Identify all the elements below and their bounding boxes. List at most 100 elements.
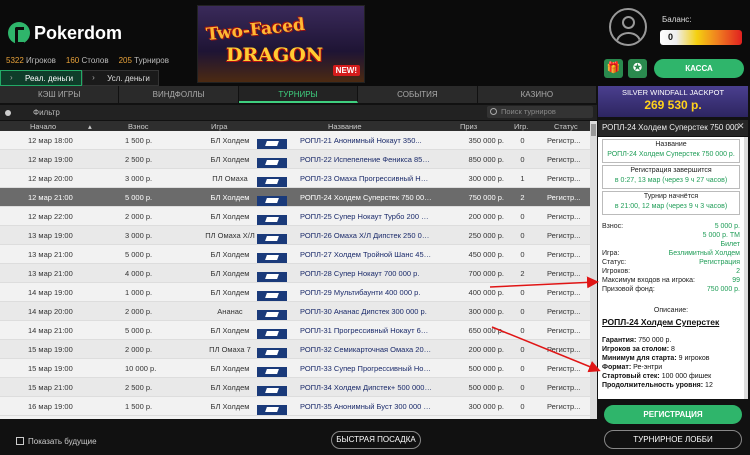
cell-name: РОПЛ-35 Анонимный Буст 300 000 р...	[300, 402, 432, 411]
tab-events[interactable]: СОБЫТИЯ	[358, 86, 478, 103]
col-name[interactable]: Название	[328, 122, 362, 131]
table-row[interactable]: 13 мар 21:00 5 000 р. БЛ Холдем РОПЛ-27 Хол…	[0, 245, 590, 264]
table-row[interactable]: 12 мар 22:00 2 000 р. БЛ Холдем РОПЛ-25 Суп…	[0, 207, 590, 226]
desc-line-value: 8	[669, 346, 675, 353]
col-buyin[interactable]: Взнос	[128, 122, 149, 131]
details-scrollbar[interactable]	[744, 137, 748, 399]
cell-status: Регистр...	[547, 307, 581, 316]
cashier-button[interactable]: КАССА	[654, 59, 744, 78]
players-label: Игроков	[26, 56, 56, 65]
cell-start: 12 мар 21:00	[28, 193, 73, 202]
desc-line-value: 100 000 фишек	[659, 373, 712, 380]
col-prize[interactable]: Приз	[460, 122, 477, 131]
cell-buyin: 3 000 р.	[125, 174, 153, 183]
cell-buyin: 1 500 р.	[125, 402, 153, 411]
table-row[interactable]: 12 мар 20:00 3 000 р. ПЛ Омаха РОПЛ-23 Омах…	[0, 169, 590, 188]
medal-icon[interactable]: ✪	[628, 59, 647, 78]
table-row[interactable]: 13 мар 21:00 4 000 р. БЛ Холдем РОПЛ-28 Суп…	[0, 264, 590, 283]
cell-game: БЛ Холдем	[210, 402, 250, 411]
tab-windfalls[interactable]: ВИНДФОЛЛЫ	[119, 86, 239, 103]
promo-banner[interactable]: Two-Faced DRAGON NEW!	[197, 5, 365, 83]
jackpot-title: SILVER WINDFALL JACKPOT	[621, 88, 725, 97]
quick-seat-button[interactable]: БЫСТРАЯ ПОСАДКА	[331, 431, 421, 449]
table-row[interactable]: 14 мар 21:00 5 000 р. БЛ Холдем РОПЛ-31 Про…	[0, 321, 590, 340]
show-future-checkbox[interactable]	[16, 437, 24, 445]
cell-start: 12 мар 22:00	[28, 212, 73, 221]
search-input[interactable]: Поиск турниров	[487, 106, 593, 118]
table-row[interactable]: 13 мар 19:00 3 000 р. ПЛ Омаха Х/Л РОПЛ-26 …	[0, 226, 590, 245]
cell-status: Регистр...	[547, 383, 581, 392]
ticket-icon	[257, 386, 287, 396]
table-row[interactable]: 14 мар 20:00 2 000 р. Ананас РОПЛ-30 Ананас…	[0, 302, 590, 321]
banner-new-badge: NEW!	[332, 65, 360, 76]
start-value: в 21:00, 12 мар (через 9 ч 3 часов)	[614, 203, 728, 210]
table-row[interactable]: 12 мар 19:00 2 500 р. БЛ Холдем РОПЛ-22 Исп…	[0, 150, 590, 169]
cell-players: 2	[520, 193, 525, 202]
cell-start: 13 мар 19:00	[28, 231, 73, 240]
table-row[interactable]: 15 мар 19:00 2 000 р. ПЛ Омаха 7 РОПЛ-32 Се…	[0, 340, 590, 359]
cell-buyin: 2 500 р.	[125, 383, 153, 392]
user-icon	[622, 16, 635, 29]
cell-prize: 450 000 р.	[468, 250, 504, 259]
tab-tournaments[interactable]: ТУРНИРЫ	[238, 86, 359, 103]
cell-buyin: 5 000 р.	[125, 250, 153, 259]
cell-game: БЛ Холдем	[210, 364, 250, 373]
col-players[interactable]: Игр.	[514, 122, 528, 131]
status-label: Статус:	[602, 259, 627, 266]
tab-cash-games[interactable]: КЭШ ИГРЫ	[0, 86, 120, 103]
cell-game: БЛ Холдем	[210, 155, 250, 164]
cell-game: БЛ Холдем	[210, 288, 250, 297]
cell-buyin: 2 500 р.	[125, 155, 153, 164]
desc-line-key: Формат:	[602, 364, 632, 371]
table-row[interactable]: 15 мар 19:00 10 000 р. БЛ Холдем РОПЛ-33 Су…	[0, 359, 590, 378]
cell-buyin: 10 000 р.	[125, 364, 157, 373]
table-row[interactable]: 14 мар 19:00 1 000 р. БЛ Холдем РОПЛ-29 Мул…	[0, 283, 590, 302]
tournament-lobby-button[interactable]: ТУРНИРНОЕ ЛОББИ	[604, 430, 742, 449]
cell-start: 14 мар 19:00	[28, 288, 73, 297]
logo[interactable]: Pokerdom	[8, 22, 122, 45]
desc-line: Минимум для старта: 9 игроков	[602, 355, 709, 362]
chevron-right-icon: ›	[92, 73, 95, 82]
ticket-icon	[257, 253, 287, 263]
scrollbar-thumb[interactable]	[591, 124, 596, 136]
cell-status: Регистр...	[547, 364, 581, 373]
tab-play-money[interactable]: › Усл. деньги	[82, 70, 159, 86]
cell-start: 15 мар 19:00	[28, 364, 73, 373]
cell-game: ПЛ Омаха 7	[209, 345, 251, 354]
tab-casino[interactable]: КАЗИНО	[478, 86, 598, 103]
filter-label[interactable]: Фильтр	[33, 108, 60, 117]
cell-players: 0	[520, 212, 525, 221]
main-tabs: КЭШ ИГРЫ ВИНДФОЛЛЫ ТУРНИРЫ СОБЫТИЯ КАЗИН…	[0, 86, 598, 103]
banner-title-line2: DRAGON	[226, 44, 324, 66]
cell-buyin: 2 000 р.	[125, 345, 153, 354]
table-row[interactable]: 12 мар 21:00 5 000 р. БЛ Холдем РОПЛ-24 Хол…	[0, 188, 590, 207]
jackpot-banner[interactable]: SILVER WINDFALL JACKPOT 269 530 р.	[598, 86, 748, 117]
cell-players: 0	[520, 155, 525, 164]
show-future-label[interactable]: Показать будущие	[28, 437, 97, 446]
tourneys-count: 205	[118, 56, 132, 65]
cell-game: БЛ Холдем	[210, 383, 250, 392]
tournament-details: Название РОПЛ-24 Холдем Суперстек 750 00…	[598, 137, 744, 399]
cell-name: РОПЛ-23 Омаха Прогрессивный Нок...	[300, 174, 432, 183]
tab-real-money[interactable]: › Реал. деньги	[0, 70, 83, 86]
cell-status: Регистр...	[547, 212, 581, 221]
desc-line-key: Гарантия:	[602, 337, 637, 344]
desc-line-key: Минимум для старта:	[602, 355, 677, 362]
table-row[interactable]: 15 мар 21:00 2 500 р. БЛ Холдем РОПЛ-34 Хол…	[0, 378, 590, 397]
gift-icon[interactable]: 🎁	[604, 59, 623, 78]
prize-value: 750 000 р.	[706, 286, 740, 293]
col-start[interactable]: Начало	[30, 122, 56, 131]
table-row[interactable]: 12 мар 18:00 1 500 р. БЛ Холдем РОПЛ-21 Ано…	[0, 131, 590, 150]
tab-play-money-label: Усл. деньги	[107, 74, 150, 83]
register-button[interactable]: РЕГИСТРАЦИЯ	[604, 405, 742, 424]
close-icon[interactable]: ✕	[737, 121, 745, 132]
col-status[interactable]: Статус	[554, 122, 578, 131]
col-game[interactable]: Игра	[211, 122, 227, 131]
avatar[interactable]	[609, 8, 647, 46]
jackpot-value: 269 530 р.	[644, 98, 702, 112]
ticket-icon	[257, 139, 287, 149]
list-scrollbar[interactable]	[590, 121, 597, 419]
cell-start: 13 мар 21:00	[28, 250, 73, 259]
filter-toggle-icon[interactable]	[5, 109, 11, 116]
table-row[interactable]: 16 мар 19:00 1 500 р. БЛ Холдем РОПЛ-35 Ано…	[0, 397, 590, 416]
